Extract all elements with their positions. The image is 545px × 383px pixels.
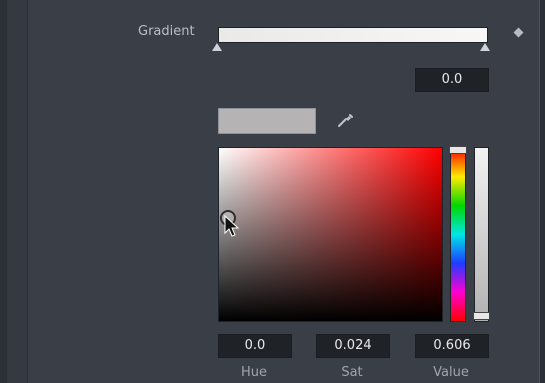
hue-strip[interactable] (450, 147, 466, 322)
gradient-bar[interactable] (218, 27, 488, 43)
hue-label: Hue (240, 365, 267, 380)
gradient-position-field[interactable]: 0.0 (415, 68, 489, 92)
color-swatch (218, 108, 316, 134)
hue-field[interactable]: 0.0 (218, 334, 292, 358)
value-field[interactable]: 0.606 (415, 334, 489, 358)
value-strip[interactable] (474, 147, 489, 322)
gradient-stop-left[interactable] (212, 43, 222, 51)
left-strip (7, 0, 28, 383)
saturation-value-field[interactable] (218, 147, 443, 322)
hue-marker[interactable] (449, 146, 467, 154)
sat-field[interactable]: 0.024 (316, 334, 390, 358)
value-marker[interactable] (473, 312, 490, 320)
sat-label: Sat (341, 365, 363, 380)
gradient-stop-right[interactable] (480, 43, 490, 51)
eyedropper-icon[interactable] (336, 111, 356, 129)
mouse-pointer-icon (224, 214, 240, 237)
value-label: Value (433, 365, 469, 380)
gradient-label: Gradient (138, 24, 195, 39)
